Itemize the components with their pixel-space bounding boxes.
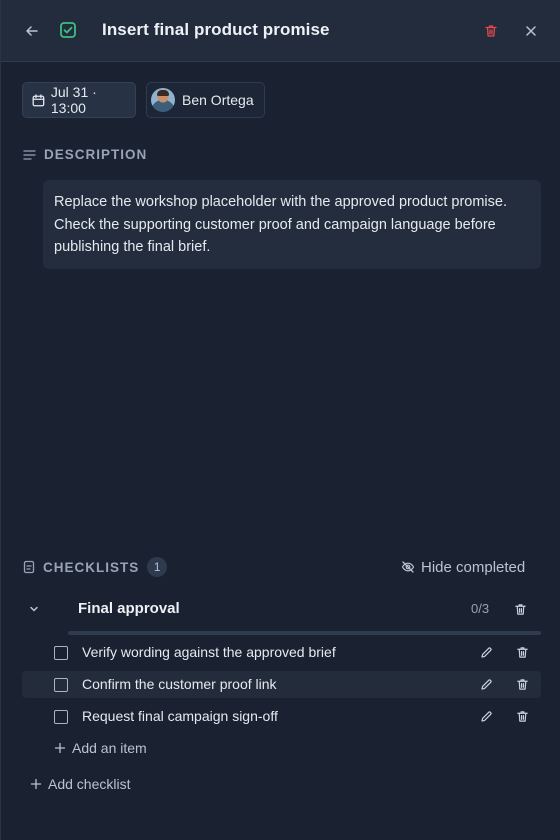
text-lines-icon xyxy=(23,149,36,160)
description-text[interactable]: Replace the workshop placeholder with th… xyxy=(43,180,541,269)
collapse-checklist-button[interactable] xyxy=(25,600,43,618)
trash-icon xyxy=(516,646,528,658)
task-complete-toggle[interactable] xyxy=(56,18,80,42)
plus-icon xyxy=(30,778,42,790)
calendar-icon xyxy=(32,93,45,106)
add-checklist-label: Add checklist xyxy=(48,776,131,792)
due-date-label: Jul 31 · 13:00 xyxy=(50,84,97,116)
delete-item-button[interactable] xyxy=(514,708,530,724)
due-date-chip[interactable]: Jul 31 · 13:00 xyxy=(22,82,136,118)
back-button[interactable] xyxy=(20,19,44,43)
task-detail-panel: Insert final product promise Jul 31 · 13… xyxy=(0,0,560,840)
edit-item-button[interactable] xyxy=(478,708,494,724)
checklists-heading-label: CHECKLISTS xyxy=(43,559,140,575)
clipboard-list-icon xyxy=(23,560,35,574)
check-square-icon xyxy=(60,22,76,38)
delete-item-button[interactable] xyxy=(514,676,530,692)
chevron-down-icon xyxy=(30,606,38,612)
item-checkbox[interactable] xyxy=(54,710,68,724)
pencil-icon xyxy=(480,710,492,722)
add-item-label: Add an item xyxy=(72,740,147,756)
description-heading: DESCRIPTION xyxy=(23,147,147,162)
trash-icon xyxy=(485,25,497,37)
checklist-title[interactable]: Final approval xyxy=(78,600,180,617)
trash-icon xyxy=(516,678,528,690)
edit-item-button[interactable] xyxy=(478,676,494,692)
assignee-chip[interactable]: Ben Ortega xyxy=(146,82,265,118)
description-heading-label: DESCRIPTION xyxy=(44,147,148,162)
checklists-heading: CHECKLISTS 1 xyxy=(23,557,168,577)
delete-checklist-button[interactable] xyxy=(511,600,529,618)
delete-item-button[interactable] xyxy=(514,644,530,660)
delete-task-button[interactable] xyxy=(479,19,503,43)
plus-icon xyxy=(54,742,66,754)
checklists-count-badge: 1 xyxy=(147,557,168,577)
item-label[interactable]: Confirm the customer proof link xyxy=(82,676,277,692)
close-button[interactable] xyxy=(519,19,543,43)
checklist-item: Verify wording against the approved brie… xyxy=(22,639,541,666)
task-title[interactable]: Insert final product promise xyxy=(102,20,330,40)
item-checkbox[interactable] xyxy=(54,646,68,660)
hide-completed-label: Hide completed xyxy=(421,558,526,576)
edit-item-button[interactable] xyxy=(478,644,494,660)
hide-completed-button[interactable]: Hide completed xyxy=(401,557,525,577)
pencil-icon xyxy=(480,678,492,690)
checklist-progress-bar xyxy=(68,631,541,635)
add-item-button[interactable]: Add an item xyxy=(54,740,147,756)
checklist-progress-count: 0/3 xyxy=(471,601,490,616)
assignee-name: Ben Ortega xyxy=(182,92,254,108)
close-icon xyxy=(526,26,536,36)
pencil-icon xyxy=(480,646,492,658)
arrow-left-icon xyxy=(26,26,38,36)
trash-icon xyxy=(516,710,528,722)
checklist-item: Confirm the customer proof link xyxy=(22,671,541,698)
item-label[interactable]: Verify wording against the approved brie… xyxy=(82,644,336,660)
item-checkbox[interactable] xyxy=(54,678,68,692)
add-checklist-button[interactable]: Add checklist xyxy=(30,776,130,792)
avatar xyxy=(151,88,175,112)
trash-icon xyxy=(514,603,526,615)
task-header: Insert final product promise xyxy=(1,0,560,62)
item-label[interactable]: Request final campaign sign-off xyxy=(82,708,278,724)
checklist-item: Request final campaign sign-off xyxy=(22,703,541,730)
eye-off-icon xyxy=(401,561,415,573)
